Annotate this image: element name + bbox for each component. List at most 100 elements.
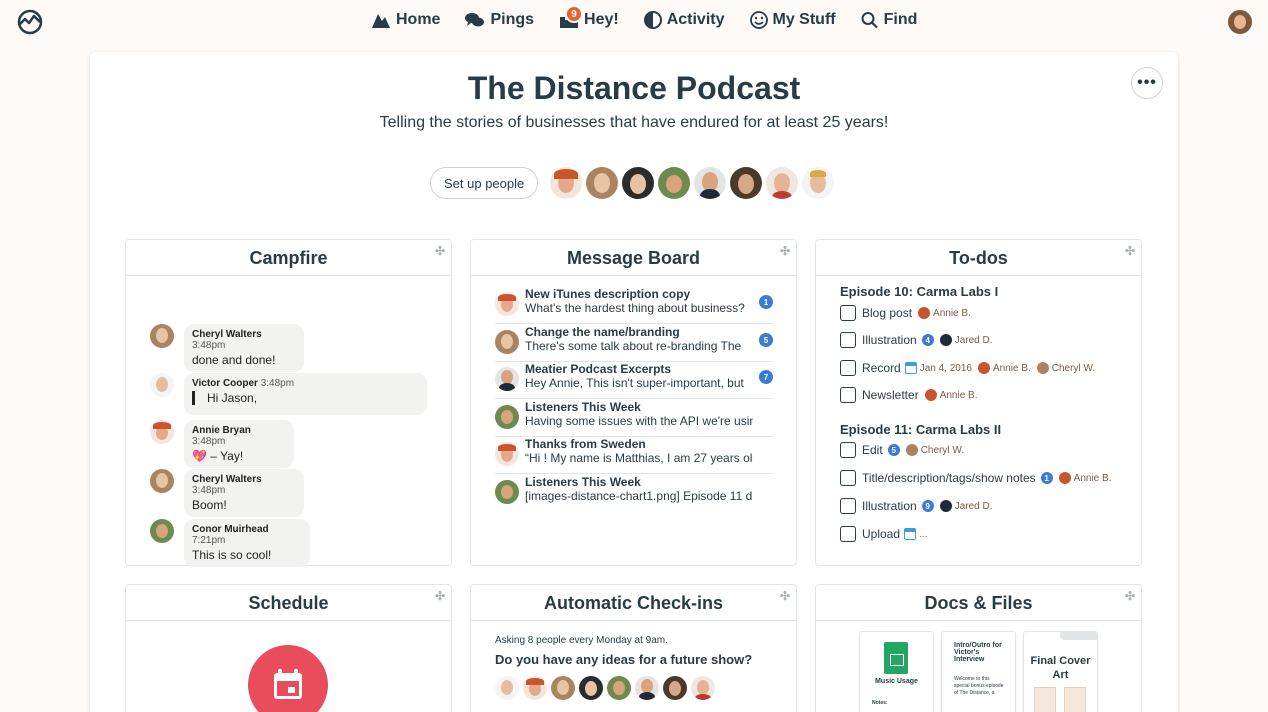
campfire-line: Annie Bryan 3:48pm 💖 – Yay! [150,420,294,468]
campfire-author: Cheryl Walters [192,474,262,485]
todo-text[interactable]: Illustration [862,333,917,347]
project-title: The Distance Podcast [467,70,801,106]
folder-card[interactable]: Final Cover Art [1023,631,1098,712]
nav-hey-label: Hey! [584,11,619,28]
current-user-avatar[interactable] [1228,10,1252,34]
todo-checkbox[interactable] [840,526,856,542]
checkins-title: Automatic Check-ins [543,593,724,613]
home-icon [372,14,390,28]
avatar[interactable] [550,167,583,199]
campfire-time: 3:48pm [192,485,226,496]
todo-item: Record Jan 4, 2016 Annie B. Cheryl W. [840,360,1095,376]
avatar[interactable] [586,167,619,199]
todo-list-title[interactable]: Episode 10: Carma Labs I [840,284,998,299]
avatar [150,373,174,397]
todo-checkbox[interactable] [840,498,856,514]
todo-text[interactable]: Upload [862,527,900,541]
campfire-message: done and done! [192,353,276,367]
message-title: New iTunes description copy [525,287,691,301]
docs-files-title: Docs & Files [924,593,1033,613]
checkins-tool[interactable]: Automatic Check-ins ✣ Asking 8 people eve… [470,584,797,712]
drag-handle-icon[interactable]: ✣ [1123,589,1137,603]
campfire-time: 3:48pm [192,436,226,447]
todo-checkbox[interactable] [840,442,856,458]
nav-pings[interactable]: Pings [464,11,534,29]
todo-text[interactable]: Edit [862,443,883,457]
avatar[interactable] [766,167,799,199]
basecamp-logo-icon[interactable] [16,8,44,36]
folder-tab-icon [1060,632,1097,640]
avatar [495,480,519,504]
comment-count-badge: 1 [759,295,773,309]
avatar[interactable] [730,167,763,199]
doc-card[interactable]: Intro/Outro for Victor's Interview Welco… [941,631,1016,712]
calendar-icon [248,645,328,712]
todo-text[interactable]: Record [862,361,901,375]
assignee: Annie B. [977,362,1031,374]
calendar-icon [904,362,917,374]
avatar [607,676,631,700]
avatar [150,519,174,543]
checkin-participants [495,676,719,700]
nav-home[interactable]: Home [370,11,440,29]
avatar[interactable] [658,167,691,199]
message-row[interactable]: Listeners This Week [images-distance-char… [495,475,773,512]
todo-text[interactable]: Illustration [862,499,917,513]
comment-count-badge: 5 [887,444,900,456]
todos-tool[interactable]: To-dos ✣ Episode 10: Carma Labs I Blog po… [815,239,1142,566]
nav-activity-label: Activity [666,11,725,28]
message-board-title: Message Board [566,248,701,268]
assignee: Cheryl W. [905,444,964,456]
nav-my-stuff-label: My Stuff [772,11,836,28]
spreadsheet-icon [884,642,908,674]
drag-handle-icon[interactable]: ✣ [433,244,447,258]
message-row[interactable]: New iTunes description copy What's the ha… [495,287,773,324]
todo-item: Illustration 9 Jared D. [840,498,993,514]
todo-text[interactable]: Title/description/tags/show notes [862,471,1036,485]
drag-handle-icon[interactable]: ✣ [1123,244,1137,258]
nav-find-label: Find [883,11,918,28]
nav-activity[interactable]: Activity [643,11,725,29]
drag-handle-icon[interactable]: ✣ [778,244,792,258]
todo-text[interactable]: Blog post [862,306,912,320]
schedule-tool[interactable]: Schedule ✣ [125,584,452,712]
avatar[interactable] [802,167,835,199]
doc-card[interactable]: Music Usage Notes: [859,631,934,712]
checkin-question[interactable]: Do you have any ideas for a future show? [495,652,752,667]
todo-item: Edit 5 Cheryl W. [840,442,964,458]
drag-handle-icon[interactable]: ✣ [778,589,792,603]
avatar[interactable] [694,167,727,199]
nav-my-stuff[interactable]: My Stuff [749,11,836,29]
calendar-icon [904,528,917,540]
avatar[interactable] [622,167,655,199]
avatar [551,676,575,700]
due-date: ... [904,528,927,540]
avatar [495,442,519,466]
todo-checkbox[interactable] [840,387,856,403]
nav-hey[interactable]: 9 Hey! [558,5,619,29]
nav-find[interactable]: Find [860,11,918,29]
message-title: Change the name/branding [525,325,680,339]
campfire-tool[interactable]: Campfire ✣ Cheryl Walters 3:48pm done and… [125,239,452,567]
message-board-tool[interactable]: Message Board ✣ New iTunes description co… [470,239,797,566]
message-row[interactable]: Thanks from Sweden “Hi ! My name is Matth… [495,437,773,474]
comment-count-badge: 5 [759,333,773,347]
todo-text[interactable]: Newsletter [862,388,919,402]
set-up-people-button[interactable]: Set up people [430,167,539,199]
campfire-line: Cheryl Walters 3:48pm done and done! [150,324,304,372]
message-excerpt: [images-distance-chart1.png] Episode 11 … [525,489,753,503]
docs-files-tool[interactable]: Docs & Files ✣ Music Usage Notes: Intro/O… [815,584,1142,712]
campfire-author: Victor Cooper [192,378,258,389]
search-icon [861,12,878,29]
project-options-button[interactable]: ••• [1131,67,1163,99]
todo-checkbox[interactable] [840,470,856,486]
todo-checkbox[interactable] [840,360,856,376]
todo-checkbox[interactable] [840,305,856,321]
todo-checkbox[interactable] [840,332,856,348]
message-row[interactable]: Listeners This Week Having some issues wi… [495,400,773,437]
message-row[interactable]: Meatier Podcast Excerpts Hey Annie, This … [495,362,773,399]
drag-handle-icon[interactable]: ✣ [433,589,447,603]
message-row[interactable]: Change the name/branding There's some tal… [495,325,773,362]
todo-item: Illustration 4 Jared D. [840,332,993,348]
todo-list-title[interactable]: Episode 11: Carma Labs II [840,422,1001,437]
